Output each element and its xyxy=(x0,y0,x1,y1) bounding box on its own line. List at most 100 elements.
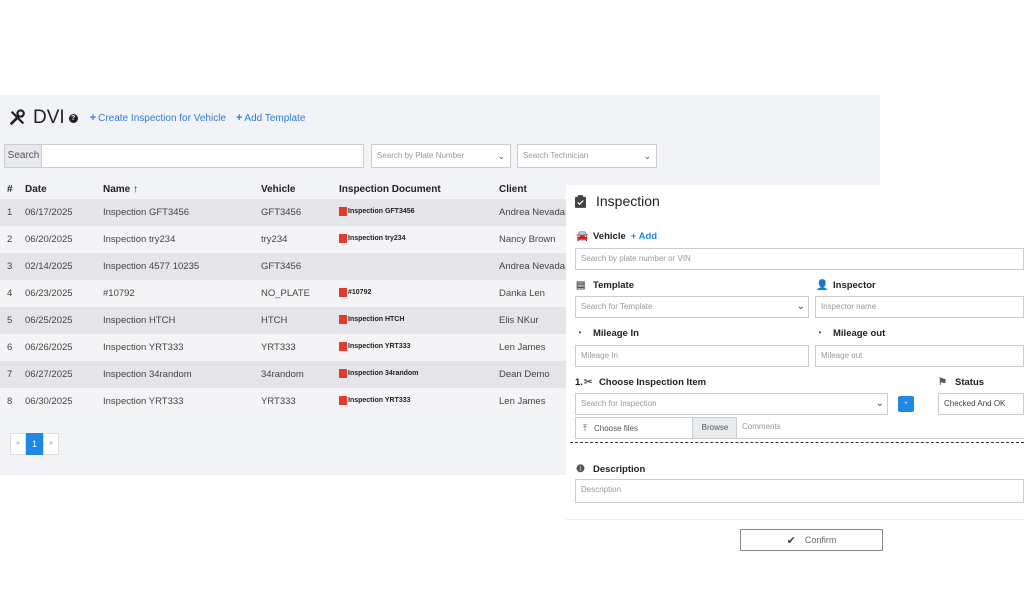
row-name: Inspection YRT333 xyxy=(103,388,261,415)
document-link[interactable]: Inspection YRT333 xyxy=(339,395,411,405)
prev-page-button[interactable]: « xyxy=(10,433,26,455)
row-document[interactable]: Inspection 34random xyxy=(339,361,499,388)
col-vehicle[interactable]: Vehicle xyxy=(261,179,339,199)
chevron-down-icon: ⌄ xyxy=(643,151,651,161)
document-link[interactable]: Inspection YRT333 xyxy=(339,341,411,351)
document-link[interactable]: #10792 xyxy=(339,287,371,297)
table-row[interactable]: 3 02/14/2025 Inspection 4577 10235 GFT3456 A… xyxy=(0,253,590,280)
template-select[interactable]: Search for Template ⌄ xyxy=(575,296,809,318)
comments-input[interactable]: Comments xyxy=(736,417,1024,439)
chevron-down-icon: ⌄ xyxy=(796,301,805,312)
pdf-icon xyxy=(339,368,347,378)
document-link[interactable]: Inspection try234 xyxy=(339,233,406,243)
table-row[interactable]: 5 06/25/2025 Inspection HTCH HTCH Inspection… xyxy=(0,307,590,334)
panel-title-text: Inspection xyxy=(596,193,660,209)
footer-divider xyxy=(566,519,1024,520)
col-number: # xyxy=(0,179,17,199)
user-icon: 👤 xyxy=(816,279,829,291)
row-date: 06/27/2025 xyxy=(17,361,103,388)
row-date: 02/14/2025 xyxy=(17,253,103,280)
col-date: Date xyxy=(17,179,103,199)
inspector-label: 👤 Inspector xyxy=(816,279,876,291)
col-inspection-document[interactable]: Inspection Document xyxy=(339,179,499,199)
row-name: Inspection YRT333 xyxy=(103,334,261,361)
browse-button[interactable]: Browse xyxy=(692,418,737,438)
plate-number-select[interactable]: Search by Plate Number ⌄ xyxy=(371,144,511,168)
pdf-icon xyxy=(339,395,347,405)
row-vehicle: NO_PLATE xyxy=(261,280,339,307)
help-icon[interactable]: ? xyxy=(68,113,78,123)
description-label: ❶ Description xyxy=(576,463,646,475)
section-divider xyxy=(570,442,1024,443)
tools-icon xyxy=(9,109,25,126)
confirm-button[interactable]: ✔ Confirm xyxy=(740,529,883,551)
document-link[interactable]: Inspection GFT3456 xyxy=(339,206,415,216)
template-label: ▤ Template xyxy=(576,279,635,291)
vehicle-search-input[interactable]: Search by plate number or VIN xyxy=(575,248,1024,270)
status-label: ⚑ Status xyxy=(938,376,985,388)
table-row[interactable]: 2 06/20/2025 Inspection try234 try234 Inspec… xyxy=(0,226,590,253)
row-date: 06/26/2025 xyxy=(17,334,103,361)
pagination: « 1 » xyxy=(10,433,59,455)
row-vehicle: GFT3456 xyxy=(261,253,339,280)
row-number: 5 xyxy=(0,307,17,334)
search-input[interactable] xyxy=(41,144,364,168)
row-document[interactable] xyxy=(339,253,499,280)
row-document[interactable]: Inspection GFT3456 xyxy=(339,199,499,226)
table-header-row: # Date Name ↑ Vehicle Inspection Documen… xyxy=(0,179,590,199)
chevron-down-icon: ⌄ xyxy=(875,398,884,409)
info-icon: ❶ xyxy=(576,463,585,475)
page-1-button[interactable]: 1 xyxy=(26,433,43,455)
row-name: #10792 xyxy=(103,280,261,307)
description-input[interactable]: Description xyxy=(575,479,1024,503)
row-vehicle: YRT333 xyxy=(261,334,339,361)
mileage-out-input[interactable]: Mileage out xyxy=(815,345,1024,367)
upload-icon: ⤒ xyxy=(583,423,587,433)
technician-select[interactable]: Search Technician ⌄ xyxy=(517,144,657,168)
create-inspection-link[interactable]: + Create Inspection for Vehicle xyxy=(90,112,226,124)
add-template-link[interactable]: + Add Template xyxy=(236,112,305,124)
inspection-panel: Inspection 🚘 Vehicle + Add Search by pla… xyxy=(566,185,1024,604)
page-header: DVI ? + Create Inspection for Vehicle + Ad… xyxy=(8,107,305,129)
gauge-icon: ◔ xyxy=(816,327,823,339)
row-document[interactable]: Inspection YRT333 xyxy=(339,334,499,361)
car-icon: 🚘 xyxy=(576,230,589,242)
table-row[interactable]: 1 06/17/2025 Inspection GFT3456 GFT3456 Insp… xyxy=(0,199,590,226)
inspection-item-select[interactable]: Search for Inspection ⌄ xyxy=(575,393,888,415)
mileage-in-input[interactable]: Mileage In xyxy=(575,345,809,367)
row-date: 06/25/2025 xyxy=(17,307,103,334)
choose-files-input[interactable]: ⤒ Choose files Browse xyxy=(575,417,738,439)
row-number: 4 xyxy=(0,280,17,307)
row-name: Inspection GFT3456 xyxy=(103,199,261,226)
row-date: 06/17/2025 xyxy=(17,199,103,226)
document-link[interactable]: Inspection HTCH xyxy=(339,314,404,324)
row-document[interactable]: Inspection try234 xyxy=(339,226,499,253)
panel-title: Inspection xyxy=(575,193,660,209)
row-date: 06/23/2025 xyxy=(17,280,103,307)
add-vehicle-link[interactable]: + Add xyxy=(631,231,657,242)
row-document[interactable]: #10792 xyxy=(339,280,499,307)
vehicle-label: 🚘 Vehicle + Add xyxy=(576,230,658,242)
table-row[interactable]: 7 06/27/2025 Inspection 34random 34random In… xyxy=(0,361,590,388)
flag-icon: ⚑ xyxy=(938,376,947,388)
search-bar: Search Search by Plate Number ⌄ Search Te… xyxy=(4,144,880,168)
next-page-button[interactable]: » xyxy=(43,433,59,455)
search-label: Search xyxy=(4,144,42,168)
table-row[interactable]: 4 06/23/2025 #10792 NO_PLATE #10792 Danka Len xyxy=(0,280,590,307)
document-link[interactable]: Inspection 34random xyxy=(339,368,418,378)
table-row[interactable]: 6 06/26/2025 Inspection YRT333 YRT333 Inspec… xyxy=(0,334,590,361)
inspection-item-label: 1. ✂ Choose Inspection Item xyxy=(575,376,707,388)
row-number: 2 xyxy=(0,226,17,253)
inspector-input[interactable]: Inspector name xyxy=(815,296,1024,318)
row-document[interactable]: Inspection YRT333 xyxy=(339,388,499,415)
add-item-button[interactable]: + xyxy=(898,396,914,412)
template-icon: ▤ xyxy=(576,279,586,291)
row-document[interactable]: Inspection HTCH xyxy=(339,307,499,334)
col-name[interactable]: Name ↑ xyxy=(103,179,261,199)
status-select[interactable]: Checked And OK xyxy=(938,393,1024,415)
table-row[interactable]: 8 06/30/2025 Inspection YRT333 YRT333 Inspec… xyxy=(0,388,590,415)
row-date: 06/30/2025 xyxy=(17,388,103,415)
row-vehicle: YRT333 xyxy=(261,388,339,415)
row-name: Inspection 34random xyxy=(103,361,261,388)
pdf-icon xyxy=(339,233,347,243)
